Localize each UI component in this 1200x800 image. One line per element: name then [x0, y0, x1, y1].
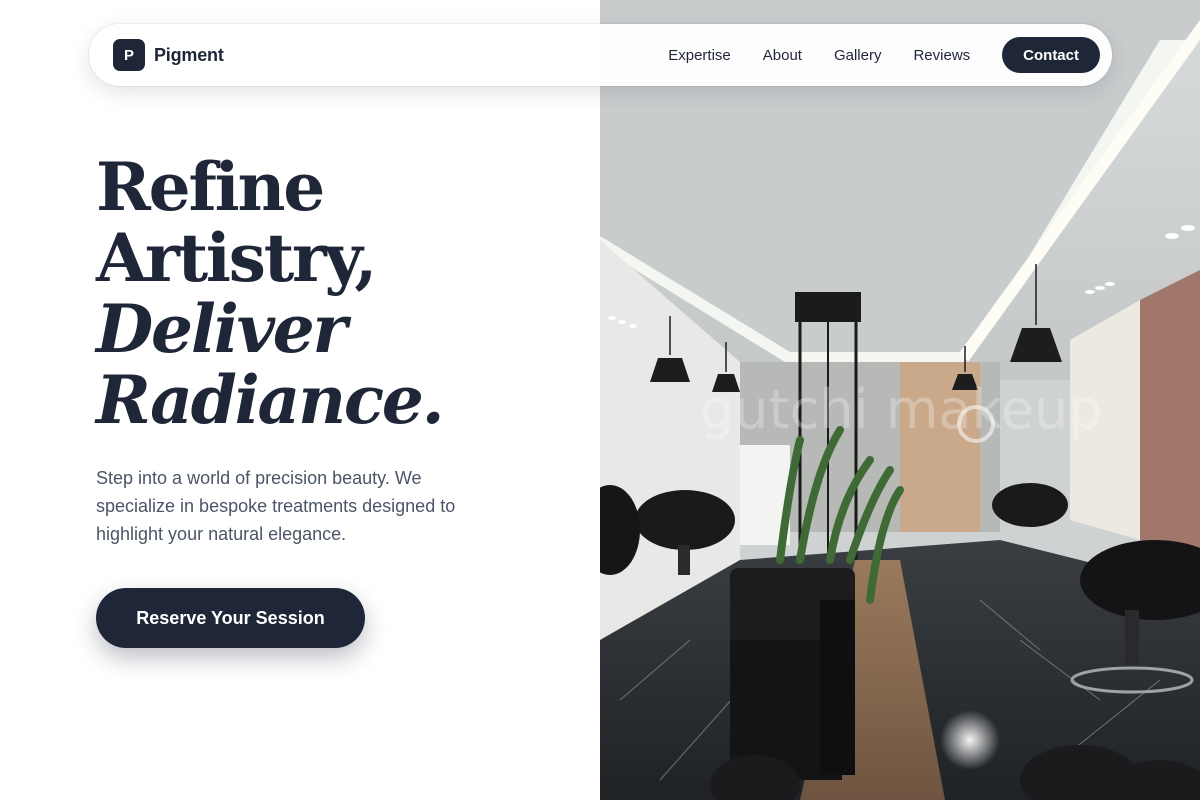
headline-line-1: Refine	[96, 148, 325, 226]
brand-mark: P	[113, 39, 145, 71]
brand-name: Pigment	[154, 44, 224, 65]
brand-logo[interactable]: P Pigment	[113, 39, 224, 71]
nav-links: Expertise About Gallery Reviews	[668, 47, 970, 64]
headline-line-4: Radiance.	[96, 361, 445, 439]
nav-link-about[interactable]: About	[763, 47, 802, 64]
headline-line-3: Deliver	[96, 290, 347, 368]
photo-watermark: gutchi makeup	[700, 378, 1103, 441]
top-navbar: P Pigment Expertise About Gallery Review…	[89, 24, 1112, 86]
nav-link-expertise[interactable]: Expertise	[668, 47, 731, 64]
headline-line-2: Artistry,	[96, 219, 377, 297]
hero-description: Step into a world of precision beauty. W…	[96, 468, 456, 544]
nav-link-gallery[interactable]: Gallery	[834, 47, 882, 64]
hero-headline: Refine Artistry, Deliver Radiance.	[96, 152, 586, 436]
reserve-session-button[interactable]: Reserve Your Session	[96, 588, 365, 648]
landing-page: gutchi makeup P Pigment Expertise About …	[0, 0, 1200, 800]
hero-salon-photo: gutchi makeup	[600, 0, 1200, 800]
contact-button[interactable]: Contact	[1002, 37, 1100, 73]
nav-link-reviews[interactable]: Reviews	[913, 47, 970, 64]
